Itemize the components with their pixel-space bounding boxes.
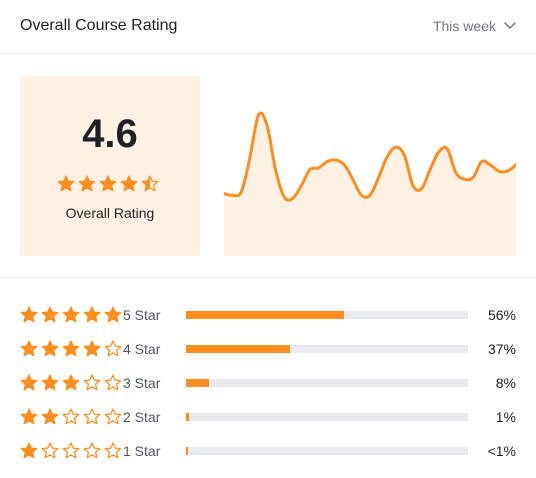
star-filled-icon	[20, 306, 38, 323]
rating-percentage: 8%	[495, 375, 516, 391]
rating-row-4-star: 4 Star 37%	[20, 332, 516, 366]
star-level-label: 2 Star	[123, 409, 161, 425]
row-star-rating	[20, 306, 123, 324]
star-filled-icon	[20, 374, 38, 391]
star-outline-icon	[83, 408, 101, 425]
star-outline-icon	[104, 340, 122, 357]
rating-trend-chart	[224, 111, 516, 256]
star-level-label: 4 Star	[123, 341, 161, 357]
star-filled-icon	[83, 340, 101, 357]
star-filled-icon	[83, 306, 101, 323]
star-filled-icon	[78, 175, 96, 192]
rating-row-2-star: 2 Star 1%	[20, 400, 516, 434]
rating-percentage: <1%	[487, 443, 516, 459]
star-outline-icon	[104, 442, 122, 459]
star-outline-icon	[83, 442, 101, 459]
overall-rating-panel: 4.6 Overall Rating	[20, 76, 200, 256]
star-level-label: 3 Star	[123, 375, 161, 391]
star-filled-icon	[62, 374, 80, 391]
card-header: Overall Course Rating This week	[0, 0, 536, 54]
row-star-rating	[20, 408, 123, 426]
row-star-rating	[20, 340, 123, 358]
star-filled-icon	[20, 442, 38, 459]
rating-progress-track	[186, 345, 468, 353]
rating-progress-fill	[186, 447, 188, 455]
star-outline-icon	[62, 408, 80, 425]
rating-progress-track	[186, 413, 468, 421]
rating-row-5-star: 5 Star 56%	[20, 298, 516, 332]
star-filled-icon	[41, 340, 59, 357]
star-filled-icon	[20, 340, 38, 357]
star-filled-icon	[104, 306, 122, 323]
star-filled-icon	[41, 306, 59, 323]
rating-progress-fill	[186, 311, 344, 319]
section-divider	[0, 277, 536, 278]
rating-progress-fill	[186, 379, 209, 387]
rating-row-1-star: 1 Star <1%	[20, 434, 516, 468]
rating-progress-track	[186, 311, 468, 319]
rating-progress-track	[186, 447, 468, 455]
star-filled-icon	[62, 340, 80, 357]
overall-rating-label: Overall Rating	[65, 205, 155, 221]
rating-progress-track	[186, 379, 468, 387]
star-filled-icon	[41, 374, 59, 391]
star-filled-icon	[99, 175, 117, 192]
rating-percentage: 37%	[487, 341, 516, 357]
course-rating-card: Overall Course Rating This week 4.6 Over…	[0, 0, 536, 478]
rating-progress-fill	[186, 345, 291, 353]
rating-breakdown-list: 5 Star 56% 4 Star 37% 3 Star 8% 2 Star 1% 1 Star…	[20, 298, 516, 468]
star-level-label: 5 Star	[123, 307, 161, 323]
star-outline-icon	[83, 374, 101, 391]
star-filled-icon	[20, 408, 38, 425]
period-selector[interactable]: This week	[433, 18, 516, 34]
star-outline-icon	[41, 442, 59, 459]
rating-row-3-star: 3 Star 8%	[20, 366, 516, 400]
overall-star-rating	[57, 175, 159, 193]
row-star-rating	[20, 374, 123, 392]
rating-percentage: 56%	[487, 307, 516, 323]
rating-progress-fill	[186, 413, 189, 421]
card-title: Overall Course Rating	[20, 17, 178, 34]
star-outline-icon	[104, 374, 122, 391]
chevron-down-icon	[504, 22, 516, 29]
star-filled-icon	[120, 175, 138, 192]
star-filled-icon	[41, 408, 59, 425]
star-outline-icon	[62, 442, 80, 459]
row-star-rating	[20, 442, 123, 460]
star-outline-icon	[104, 408, 122, 425]
star-filled-icon	[57, 175, 75, 192]
star-filled-icon	[62, 306, 80, 323]
overall-score: 4.6	[82, 112, 138, 156]
period-label: This week	[432, 18, 496, 34]
star-half-icon	[141, 175, 159, 192]
star-level-label: 1 Star	[123, 443, 161, 459]
rating-percentage: 1%	[495, 409, 516, 425]
